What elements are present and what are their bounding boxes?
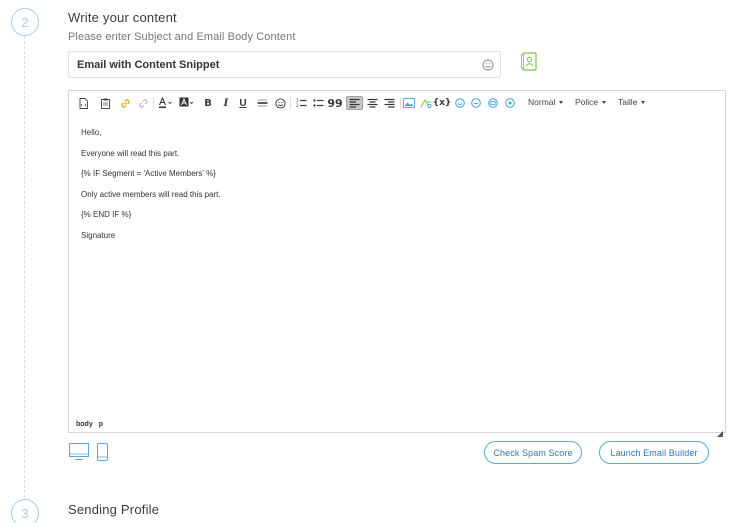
element-path: body p [76,421,103,428]
toolbar-separator [400,97,401,109]
unlink-icon[interactable] [137,96,149,110]
chevron-down-icon [641,100,646,104]
body-line: {% IF Segment = 'Active Members' %} [81,169,216,178]
subject-value: Email with Content Snippet [77,59,220,71]
plugin-icon-1[interactable] [454,96,465,110]
link-icon[interactable] [119,96,131,110]
underline-button[interactable]: U [238,96,248,110]
body-line: Signature [81,230,116,240]
timeline-line [24,36,25,498]
source-icon[interactable] [78,96,88,110]
step-3-title: Sending Profile [68,502,160,517]
path-element[interactable]: p [99,421,103,428]
bold-button[interactable]: B [203,96,213,110]
body-line: Hello, [81,128,102,137]
image-icon[interactable] [403,96,415,110]
chevron-down-icon [602,100,607,104]
bulleted-list-icon[interactable] [313,96,324,110]
align-right-icon[interactable] [383,96,395,110]
format-dropdown[interactable]: Normal [528,97,564,107]
editor-toolbar: B I U 12 99 {x} Normal Police Taille [69,91,725,115]
body-line: Everyone will read this part. [81,148,180,158]
dynamic-content-icon[interactable] [420,96,432,110]
step-2-badge: 2 [11,8,39,36]
body-line: {% END IF %} [81,210,132,219]
email-body-editor[interactable]: B I U 12 99 {x} Normal Police Taille Hel… [68,90,726,437]
editor-content[interactable]: Hello, Everyone will read this part. {% … [81,128,221,251]
toolbar-separator [290,97,291,109]
blockquote-button[interactable]: 99 [327,96,342,110]
subject-input[interactable]: Email with Content Snippet [68,51,501,78]
launch-email-builder-button[interactable]: Launch Email Builder [599,441,709,464]
emoji-icon[interactable] [274,96,286,110]
resize-handle-icon[interactable] [717,424,723,437]
path-element[interactable]: body [76,421,93,428]
text-color-icon[interactable] [158,96,173,110]
align-center-icon[interactable] [366,96,378,110]
size-dropdown[interactable]: Taille [618,97,646,107]
contact-card-icon[interactable] [521,52,538,72]
svg-text:2: 2 [296,103,299,108]
horizontal-rule-icon[interactable] [256,96,268,110]
numbered-list-icon[interactable]: 12 [296,96,307,110]
mobile-preview-icon[interactable] [97,443,108,461]
step-2-title: Write your content [68,10,177,25]
body-line: Only active members will read this part. [81,189,221,199]
paste-icon[interactable] [100,96,110,110]
size-dropdown-label: Taille [618,97,638,107]
align-left-icon[interactable] [346,96,363,110]
check-spam-score-button[interactable]: Check Spam Score [484,441,582,464]
step-3-badge: 3 [11,499,39,523]
font-dropdown-label: Police [575,97,599,107]
background-color-icon[interactable] [179,96,195,110]
font-dropdown[interactable]: Police [575,97,607,107]
chevron-down-icon [559,100,564,104]
format-dropdown-label: Normal [528,97,556,107]
plugin-icon-3[interactable] [487,96,498,110]
plugin-icon-4[interactable] [504,96,515,110]
italic-button[interactable]: I [221,96,231,110]
smiley-icon[interactable] [482,58,494,71]
plugin-icon-2[interactable] [470,96,481,110]
step-2-subtitle: Please enter Subject and Email Body Cont… [68,31,296,43]
toolbar-separator [153,97,154,109]
variable-button[interactable]: {x} [433,96,452,110]
desktop-preview-icon[interactable] [69,443,89,461]
